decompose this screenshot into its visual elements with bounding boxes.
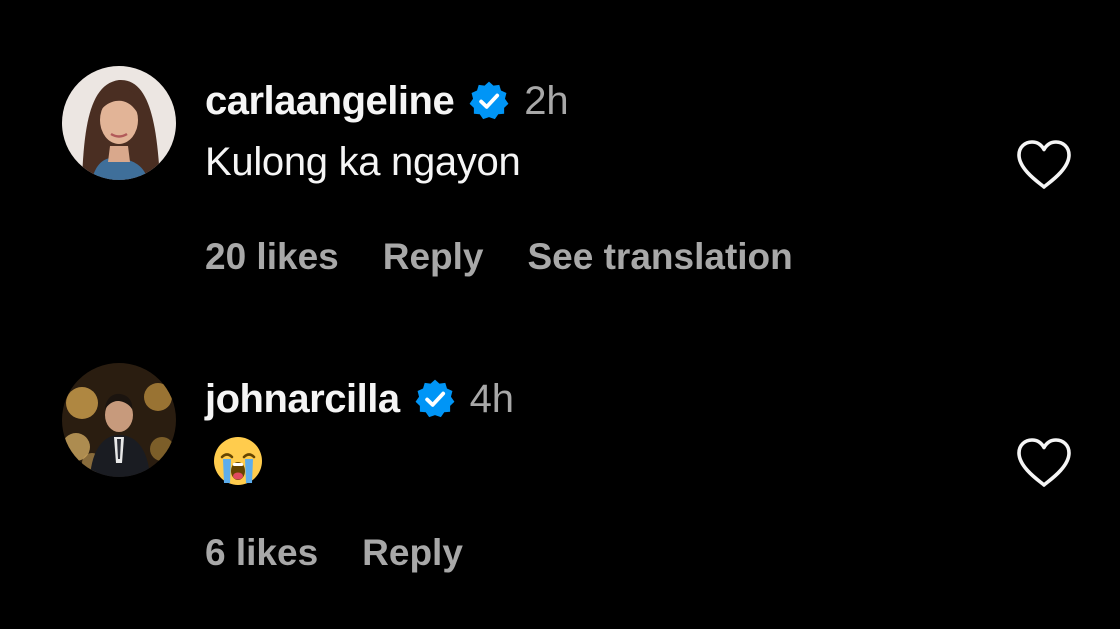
- verified-badge-icon: [468, 80, 510, 122]
- username[interactable]: carlaangeline: [205, 79, 455, 124]
- loudly-crying-face-icon: [212, 435, 264, 487]
- likes-count[interactable]: 6 likes: [205, 532, 318, 574]
- comment-timestamp: 2h: [524, 78, 569, 123]
- comment-item: carlaangeline 2h Kulong ka ngayon 20 lik…: [0, 0, 1120, 300]
- avatar-image: [62, 363, 176, 477]
- heart-outline-icon[interactable]: [1014, 436, 1074, 490]
- avatar[interactable]: [62, 363, 176, 477]
- heart-outline-icon[interactable]: [1014, 138, 1074, 192]
- reply-button[interactable]: Reply: [383, 236, 484, 278]
- see-translation-button[interactable]: See translation: [528, 236, 793, 278]
- verified-badge-icon: [414, 378, 456, 420]
- comment-actions: 6 likes Reply: [205, 532, 463, 574]
- comment-text: Kulong ka ngayon: [205, 140, 521, 184]
- username[interactable]: johnarcilla: [205, 377, 400, 422]
- comment-header: carlaangeline 2h: [205, 76, 569, 126]
- avatar[interactable]: [62, 66, 176, 180]
- comment-actions: 20 likes Reply See translation: [205, 236, 793, 278]
- likes-count[interactable]: 20 likes: [205, 236, 339, 278]
- comment-item: johnarcilla 4h 6 likes Reply: [0, 300, 1120, 629]
- comment-timestamp: 4h: [469, 376, 515, 421]
- reply-button[interactable]: Reply: [362, 532, 463, 574]
- avatar-image: [62, 66, 176, 180]
- comment-header: johnarcilla 4h: [205, 374, 514, 424]
